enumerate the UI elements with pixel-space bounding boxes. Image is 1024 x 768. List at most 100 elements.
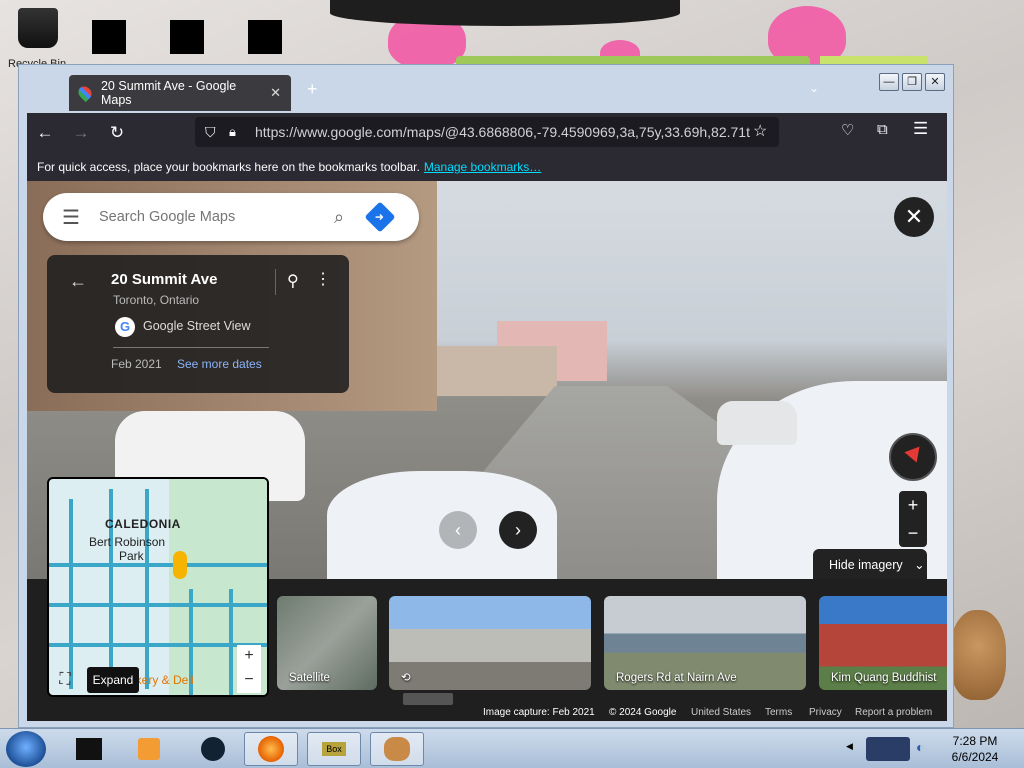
copyright-text: © 2024 Google <box>609 707 677 718</box>
navigation-toolbar: ← → ↻ ⛉ 🔒︎ https://www.google.com/maps/@… <box>27 113 947 153</box>
place-info-card: ← 20 Summit Ave Toronto, Ontario ⚲ ⋮ G G… <box>47 255 349 393</box>
scrollbar-thumb[interactable] <box>403 693 453 705</box>
hide-imagery-button[interactable]: Hide imagery ⌄ <box>813 549 927 581</box>
search-icon[interactable]: ⌕ <box>319 207 359 228</box>
menu-icon[interactable]: ☰ <box>913 119 928 139</box>
shield-icon[interactable]: ⛉ <box>205 124 216 141</box>
divider <box>113 347 269 348</box>
taskbar-hamster-app-icon[interactable] <box>370 732 424 766</box>
close-window-button[interactable]: ✕ <box>925 73 945 91</box>
bookmarks-message: For quick access, place your bookmarks h… <box>37 160 420 174</box>
search-input[interactable] <box>99 209 319 225</box>
taskbar-box-app-icon[interactable]: Box <box>307 732 361 766</box>
google-maps-favicon-icon <box>75 83 95 103</box>
expand-icon[interactable]: ⛶ <box>53 669 77 693</box>
search-box[interactable]: ☰ ⌕ ➜ <box>43 193 419 241</box>
taskbar-firefox-icon[interactable] <box>244 732 298 766</box>
map-street <box>229 589 233 695</box>
place-title: 20 Summit Ave <box>111 271 218 288</box>
bookmarks-toolbar: For quick access, place your bookmarks h… <box>27 153 947 181</box>
country-link[interactable]: United States <box>691 707 751 718</box>
minimap-zoom-out-button[interactable]: − <box>237 669 261 693</box>
street-thumbnail[interactable]: ⟲ <box>389 596 591 690</box>
thumbnail-label: Kim Quang Buddhist <box>831 672 937 684</box>
compass-icon[interactable] <box>889 433 937 481</box>
next-arrow-button[interactable]: › <box>499 511 537 549</box>
map-street <box>49 603 267 607</box>
neighborhood-label: CALEDONIA <box>105 517 181 531</box>
extensions-icon[interactable]: ⧉ <box>877 121 888 138</box>
tray-network-icon[interactable] <box>866 737 910 761</box>
clock-time: 7:28 PM <box>952 734 998 748</box>
camera-rotate-icon: ⟲ <box>401 672 411 684</box>
maps-footer: Image capture: Feb 2021 © 2024 Google Un… <box>27 707 947 721</box>
map-street <box>49 563 267 567</box>
clock-date: 6/6/2024 <box>951 750 999 764</box>
tab-close-icon[interactable]: ✕ <box>270 85 281 101</box>
zoom-out-button[interactable]: − <box>899 519 927 547</box>
back-arrow-icon[interactable]: ← <box>27 115 63 151</box>
minimize-button[interactable]: — <box>879 73 899 91</box>
rogers-rd-thumbnail[interactable]: Rogers Rd at Nairn Ave <box>604 596 806 690</box>
reload-icon[interactable]: ↻ <box>99 115 135 151</box>
map-street <box>69 499 73 689</box>
park-label: Bert Robinson <box>89 535 166 549</box>
hamburger-menu-icon[interactable]: ☰ <box>43 205 99 230</box>
street-view-content: ☰ ⌕ ➜ ← 20 Summit Ave Toronto, Ontario ⚲… <box>27 181 947 721</box>
recycle-bin-icon[interactable] <box>18 8 58 48</box>
terms-link[interactable]: Terms <box>765 707 792 718</box>
filmstrip-scrollbar[interactable] <box>389 689 939 707</box>
tray-status-icon[interactable]: ◐ <box>916 739 924 755</box>
hamster-mascot <box>950 610 1006 700</box>
image-capture-text: Image capture: Feb 2021 <box>483 707 595 718</box>
forward-arrow-icon[interactable]: → <box>63 115 99 151</box>
parked-car <box>717 401 797 445</box>
new-tab-icon[interactable]: + <box>307 79 318 100</box>
directions-icon[interactable]: ➜ <box>364 201 396 233</box>
more-options-icon[interactable]: ⋮ <box>315 269 331 289</box>
hack-lab-icon[interactable] <box>92 20 126 54</box>
expand-tooltip: Expand <box>87 667 139 693</box>
previous-arrow-button[interactable]: ‹ <box>439 511 477 549</box>
report-problem-link[interactable]: Report a problem <box>855 707 932 718</box>
tab-google-maps[interactable]: 20 Summit Ave - Google Maps ✕ <box>69 75 291 111</box>
tab-title: 20 Summit Ave - Google Maps <box>100 79 237 107</box>
visual-studio-icon[interactable] <box>248 20 282 54</box>
close-street-view-button[interactable]: ✕ <box>894 197 934 237</box>
pegman-icon[interactable] <box>173 551 187 579</box>
see-more-dates-link[interactable]: See more dates <box>177 357 262 371</box>
location-pin-icon[interactable]: ⚲ <box>287 271 299 291</box>
park-label: Park <box>119 549 144 563</box>
minimap-zoom-in-button[interactable]: + <box>237 645 261 669</box>
google-logo-icon: G <box>115 317 135 337</box>
divider <box>275 269 276 295</box>
taskbar-media-player-icon[interactable] <box>122 732 176 766</box>
pocket-icon[interactable]: ♡ <box>841 121 854 139</box>
capture-date: Feb 2021 <box>111 357 162 371</box>
taskbar: Box ◀ ◐ 7:28 PM 6/6/2024 <box>0 728 1024 768</box>
tray-overflow-icon[interactable]: ◀ <box>846 741 853 752</box>
back-arrow-icon[interactable]: ← <box>69 271 87 292</box>
tab-list-chevron-icon[interactable]: ⌄ <box>809 81 819 95</box>
bookmark-star-icon[interactable]: ☆ <box>753 121 767 141</box>
browser-window: 20 Summit Ave - Google Maps ✕ + ⌄ — ❐ ✕ … <box>18 64 954 728</box>
provider-label: Google Street View <box>143 319 251 333</box>
mini-map[interactable]: CALEDONIA Bert Robinson Park Bakery & De… <box>47 477 269 697</box>
box-label: Box <box>322 742 346 756</box>
taskbar-browser-globe-icon[interactable] <box>186 732 240 766</box>
system-clock[interactable]: 7:28 PM 6/6/2024 <box>940 733 1010 765</box>
kim-quang-thumbnail[interactable]: Kim Quang Buddhist <box>819 596 947 690</box>
satellite-thumbnail[interactable]: Satellite <box>277 596 377 690</box>
zoom-control: + − <box>899 491 927 547</box>
remote-desktop-icon[interactable] <box>170 20 204 54</box>
privacy-link[interactable]: Privacy <box>809 707 842 718</box>
url-bar[interactable]: ⛉ 🔒︎ https://www.google.com/maps/@43.686… <box>195 117 779 147</box>
maximize-button[interactable]: ❐ <box>902 73 922 91</box>
hide-imagery-label: Hide imagery <box>829 558 903 572</box>
zoom-in-button[interactable]: + <box>899 491 927 519</box>
start-button[interactable] <box>6 731 46 767</box>
lock-icon[interactable]: 🔒︎ <box>229 124 236 140</box>
taskbar-app-cube-icon[interactable] <box>62 732 116 766</box>
manage-bookmarks-link[interactable]: Manage bookmarks… <box>424 160 541 174</box>
double-chevron-down-icon: ⌄ <box>914 558 925 572</box>
